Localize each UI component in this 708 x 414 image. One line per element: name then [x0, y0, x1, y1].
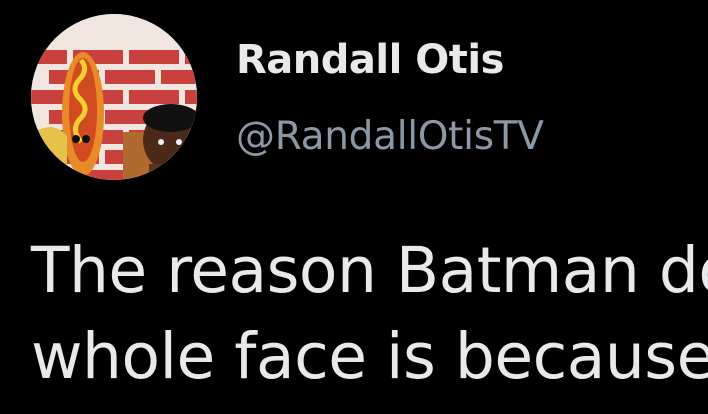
avatar[interactable] — [31, 14, 197, 180]
tweet: Randall Otis @RandallOtisTV The reason B… — [0, 0, 708, 414]
tweet-body: The reason Batman do whole face is becau… — [31, 228, 708, 400]
tweet-header: Randall Otis @RandallOtisTV — [0, 0, 708, 200]
tweet-text-line: whole face is because — [31, 320, 708, 393]
user-handle[interactable]: @RandallOtisTV — [236, 114, 544, 160]
tweet-text-line: The reason Batman do — [31, 234, 708, 307]
avatar-image — [31, 14, 197, 180]
display-name[interactable]: Randall Otis — [236, 36, 504, 84]
